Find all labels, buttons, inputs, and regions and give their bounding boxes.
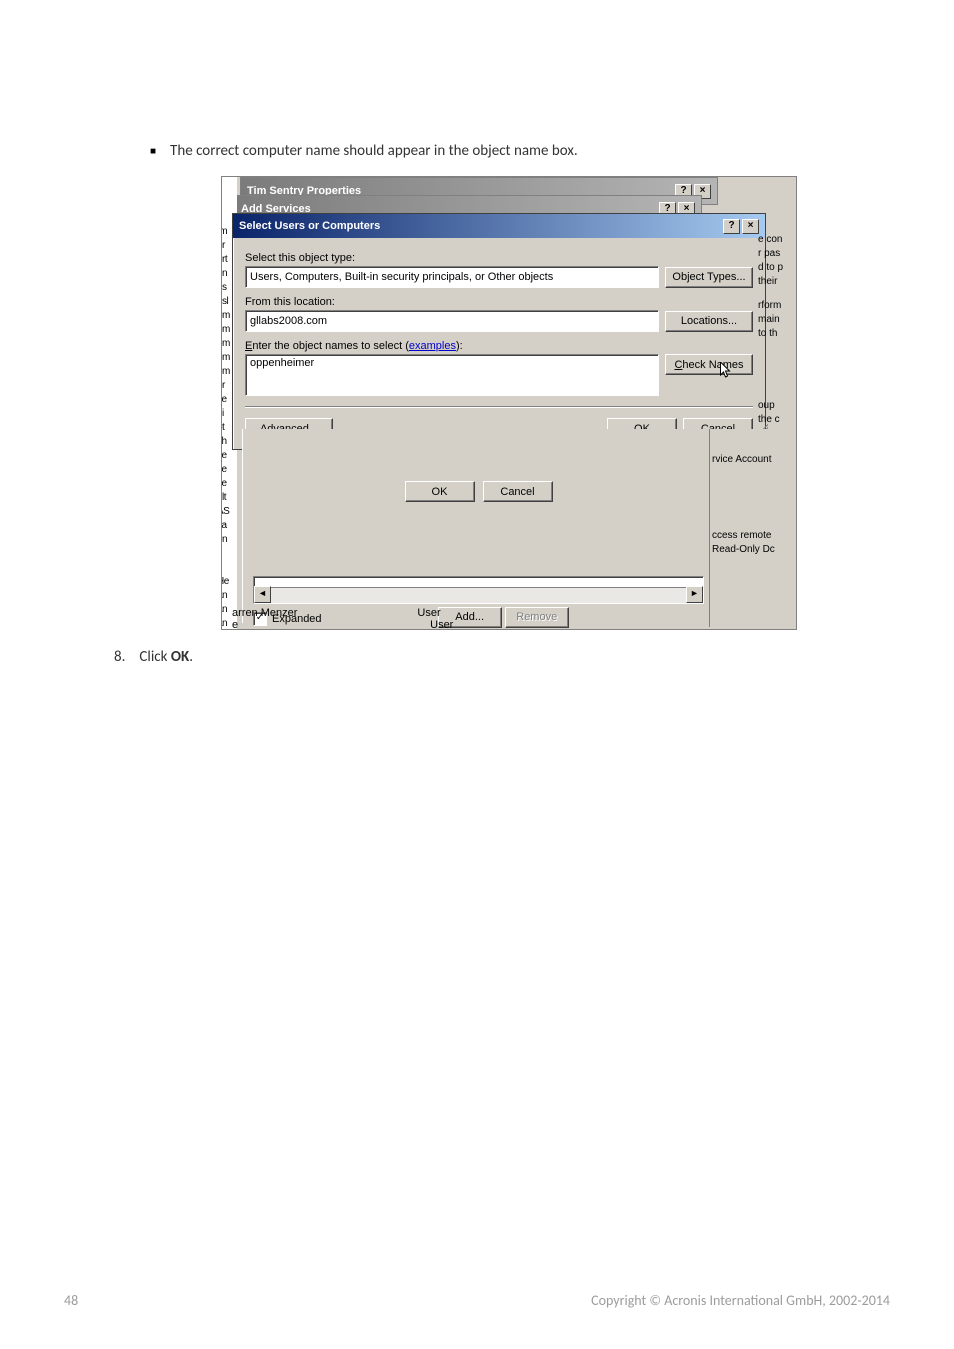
location-field[interactable] — [245, 310, 659, 332]
cropped-text-right: rvice Account ccess remote Read-Only Dc — [709, 429, 796, 627]
step-8: 8. Click OK. — [114, 648, 193, 666]
scroll-left-icon[interactable]: ◄ — [254, 586, 271, 603]
close-icon[interactable]: × — [742, 219, 759, 234]
select-users-dialog: Select Users or Computers ? × Select thi… — [232, 213, 766, 450]
services-list-scrollbar[interactable]: ◄ ► — [253, 576, 704, 604]
select-users-title: Select Users or Computers — [239, 220, 380, 232]
bullet-line: ■ The correct computer name should appea… — [150, 142, 578, 160]
object-types-button[interactable]: Object Types... — [665, 267, 753, 288]
locations-button[interactable]: Locations... — [665, 311, 753, 332]
add-services-body: Select All OK Cancel ◄ ► ✓ Expanded Add.… — [242, 429, 714, 623]
object-names-label: EEnter the object names to select (nter … — [245, 340, 753, 352]
screenshot-composite: Tim Sentry Properties ? × Add Services ?… — [221, 176, 797, 630]
addsvc-ok-button[interactable]: OK — [405, 481, 475, 502]
step-number: 8. — [114, 648, 125, 666]
addsvc-cancel-button[interactable]: Cancel — [483, 481, 553, 502]
bullet-square-icon: ■ — [150, 142, 156, 160]
check-names-button[interactable]: Check Names — [665, 354, 753, 375]
copyright-text: Copyright © Acronis International GmbH, … — [591, 1292, 890, 1309]
cropped-text-far-right: e con r pas d to p their rform main to t… — [758, 233, 796, 427]
object-type-field[interactable] — [245, 266, 659, 288]
step-text: Click OK. — [139, 648, 193, 666]
object-type-label: Select this object type: — [245, 252, 753, 264]
remove-button: Remove — [505, 607, 569, 628]
page-number: 48 — [64, 1292, 78, 1309]
scroll-right-icon[interactable]: ► — [686, 586, 703, 603]
select-users-titlebar: Select Users or Computers ? × — [233, 214, 765, 238]
bullet-text: The correct computer name should appear … — [170, 142, 578, 160]
examples-link[interactable]: examples — [409, 340, 456, 352]
help-icon[interactable]: ? — [723, 219, 740, 234]
location-label: From this location: — [245, 296, 753, 308]
object-names-input[interactable] — [245, 354, 659, 396]
user-list-rows: arren MenzerUser eUser — [232, 607, 453, 630]
